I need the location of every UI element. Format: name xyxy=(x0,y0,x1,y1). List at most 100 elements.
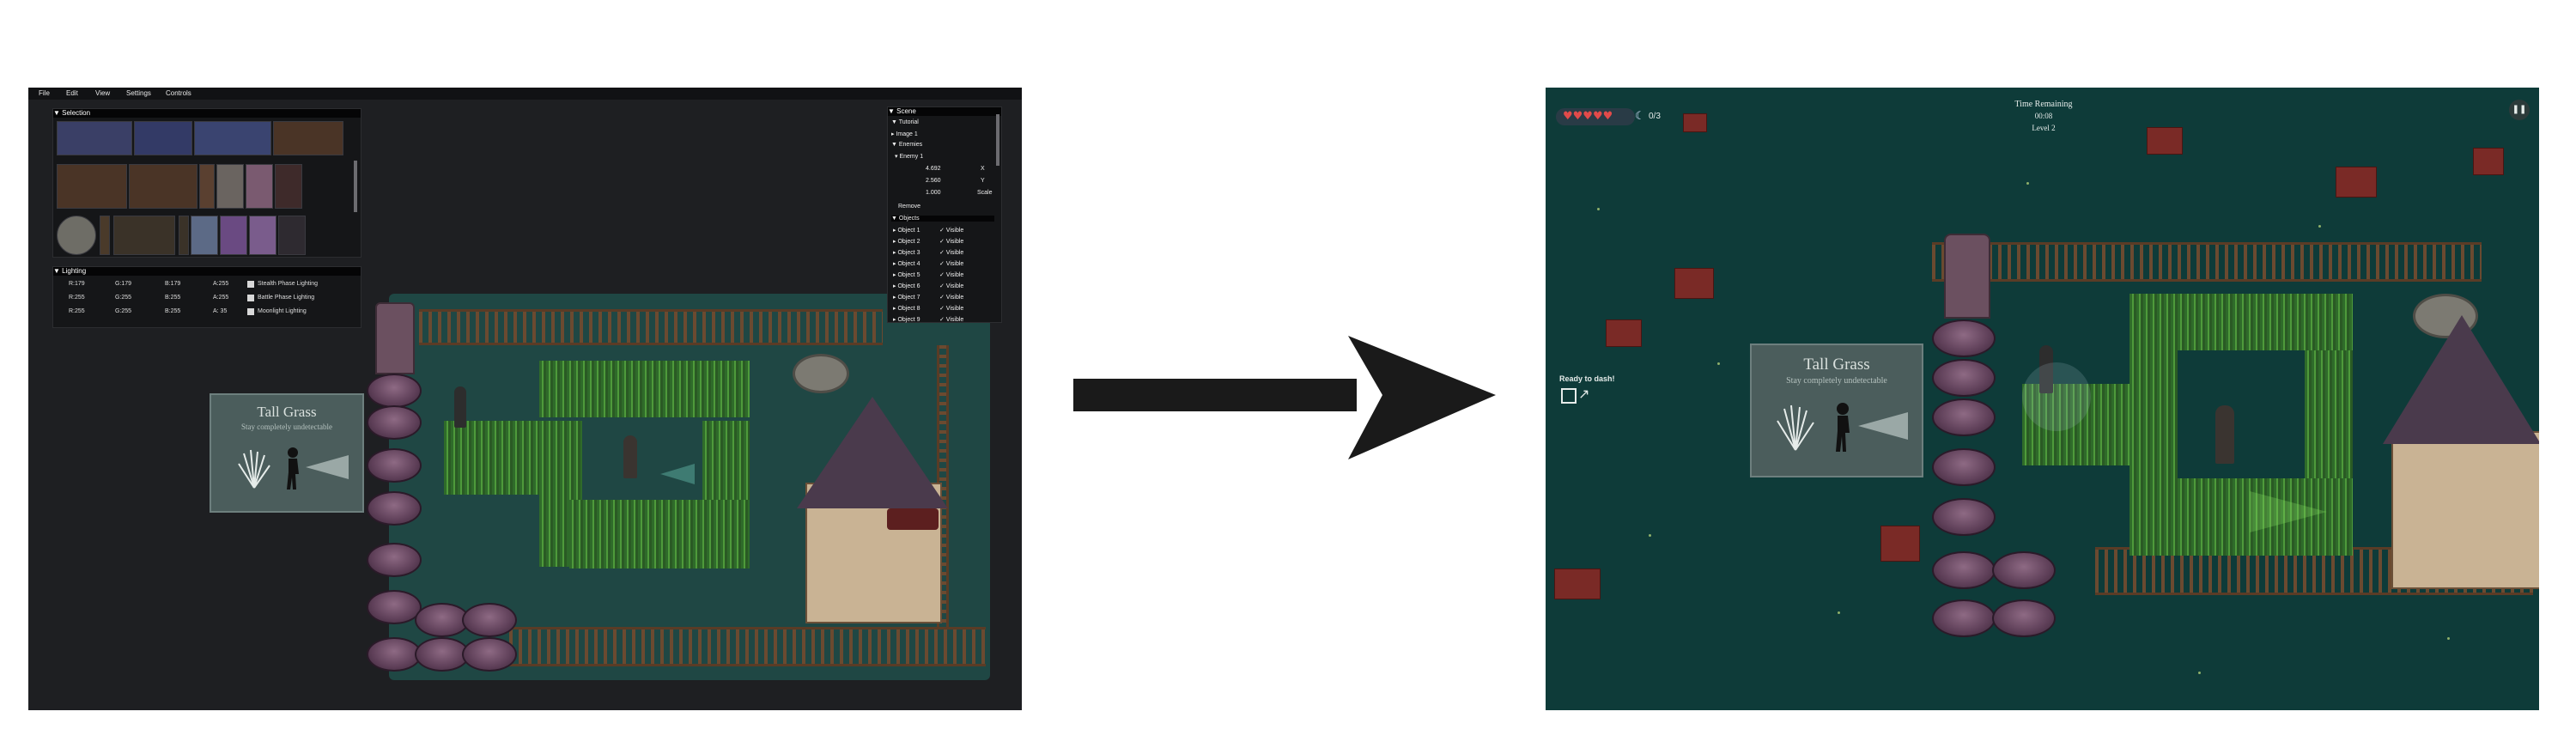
player-character xyxy=(623,435,637,478)
asset-thumbnail[interactable] xyxy=(57,164,127,209)
object-item[interactable]: ▸ Object 5 xyxy=(893,271,920,278)
menu-settings[interactable]: Settings xyxy=(126,89,151,97)
visible-toggle[interactable]: ✓ Visible xyxy=(939,316,963,323)
visible-toggle[interactable]: ✓ Visible xyxy=(939,294,963,301)
red-crate xyxy=(1554,569,1601,599)
dash-key-icon xyxy=(1561,388,1577,404)
player-character xyxy=(2215,405,2234,464)
visible-toggle[interactable]: ✓ Visible xyxy=(939,227,963,234)
red-value[interactable]: R:179 xyxy=(69,281,85,287)
visible-toggle[interactable]: ✓ Visible xyxy=(939,283,963,289)
menu-controls[interactable]: Controls xyxy=(166,89,191,97)
scene-header[interactable]: ▼ Scene xyxy=(888,107,1001,116)
asset-thumbnail[interactable] xyxy=(134,121,192,155)
object-item[interactable]: ▸ Object 3 xyxy=(893,249,920,256)
house-roof xyxy=(797,397,948,508)
visible-toggle[interactable]: ✓ Visible xyxy=(939,271,963,278)
green-value[interactable]: G:179 xyxy=(115,281,131,287)
red-value[interactable]: R:255 xyxy=(69,308,85,314)
lighting-label: Battle Phase Lighting xyxy=(258,295,315,301)
object-item[interactable]: ▸ Object 9 xyxy=(893,316,920,323)
asset-thumbnail[interactable] xyxy=(216,164,244,209)
stone-well xyxy=(793,354,849,393)
object-item[interactable]: ▸ Object 2 xyxy=(893,238,920,245)
asset-thumbnail[interactable] xyxy=(278,216,306,255)
position-x-value[interactable]: 4.692 xyxy=(926,166,941,172)
ground-detail xyxy=(2026,182,2029,185)
visible-toggle[interactable]: ✓ Visible xyxy=(939,260,963,267)
ground-detail xyxy=(1838,611,1840,614)
object-item[interactable]: ▸ Object 6 xyxy=(893,283,920,289)
scene-item-enemy[interactable]: ▾ Enemy 1 xyxy=(895,153,923,160)
alpha-value[interactable]: A:255 xyxy=(213,281,228,287)
lighting-checkbox[interactable] xyxy=(247,295,254,301)
light-cone-icon xyxy=(1858,412,1908,440)
visible-toggle[interactable]: ✓ Visible xyxy=(939,305,963,312)
remove-button[interactable]: Remove xyxy=(898,204,920,210)
asset-thumbnail[interactable] xyxy=(113,216,175,255)
lighting-checkbox[interactable] xyxy=(247,281,254,288)
lighting-checkbox[interactable] xyxy=(247,308,254,315)
red-crate xyxy=(2336,167,2377,198)
red-crate xyxy=(1880,526,1920,562)
asset-thumbnail[interactable] xyxy=(57,216,96,255)
asset-thumbnail[interactable] xyxy=(194,121,271,155)
asset-thumbnail[interactable] xyxy=(273,121,343,155)
asset-thumbnail[interactable] xyxy=(129,164,197,209)
asset-thumbnail[interactable] xyxy=(191,216,218,255)
visible-toggle[interactable]: ✓ Visible xyxy=(939,238,963,245)
ground-detail xyxy=(2198,672,2201,674)
barrel xyxy=(462,637,517,672)
asset-thumbnail[interactable] xyxy=(57,121,132,155)
selection-header[interactable]: ▼ Selection xyxy=(53,109,361,118)
menu-file[interactable]: File xyxy=(39,89,50,97)
asset-thumbnail[interactable] xyxy=(199,164,215,209)
scene-scrollbar[interactable] xyxy=(996,114,999,166)
scale-value[interactable]: 1.000 xyxy=(926,190,941,196)
selection-scrollbar[interactable] xyxy=(354,161,357,212)
alpha-value[interactable]: A:255 xyxy=(213,295,228,301)
time-remaining-value: 00:08 xyxy=(2034,112,2053,120)
asset-thumbnail[interactable] xyxy=(100,216,110,255)
tall-grass xyxy=(539,361,750,417)
scene-item-image[interactable]: ▸ Image 1 xyxy=(891,131,918,137)
green-value[interactable]: G:255 xyxy=(115,308,131,314)
position-y-value[interactable]: 2.560 xyxy=(926,178,941,184)
pause-button[interactable]: ❚❚ xyxy=(2509,100,2530,120)
object-item[interactable]: ▸ Object 1 xyxy=(893,227,920,234)
tall-grass-tooltip: Tall Grass Stay completely undetectable xyxy=(1750,344,1923,477)
grass-icon xyxy=(1774,402,1817,452)
ground-detail xyxy=(2447,637,2450,640)
asset-thumbnail[interactable] xyxy=(246,164,273,209)
asset-thumbnail[interactable] xyxy=(249,216,276,255)
barrel xyxy=(367,448,422,483)
alpha-value[interactable]: A: 35 xyxy=(213,308,227,314)
silhouette-icon xyxy=(285,447,301,489)
stone-chimney xyxy=(375,302,415,374)
visible-toggle[interactable]: ✓ Visible xyxy=(939,249,963,256)
blue-value[interactable]: B:179 xyxy=(165,281,180,287)
blue-value[interactable]: B:255 xyxy=(165,308,180,314)
object-item[interactable]: ▸ Object 8 xyxy=(893,305,920,312)
menu-edit[interactable]: Edit xyxy=(66,89,78,97)
asset-thumbnail[interactable] xyxy=(220,216,247,255)
object-item[interactable]: ▸ Object 4 xyxy=(893,260,920,267)
asset-thumbnail[interactable] xyxy=(179,216,189,255)
green-value[interactable]: G:255 xyxy=(115,295,131,301)
dash-arrow-icon: ↗ xyxy=(1578,386,1590,402)
vision-cone xyxy=(2250,491,2327,532)
menu-view[interactable]: View xyxy=(95,89,110,97)
red-value[interactable]: R:255 xyxy=(69,295,85,301)
barrel xyxy=(1932,319,1996,357)
blue-value[interactable]: B:255 xyxy=(165,295,180,301)
fence-top xyxy=(1932,242,2482,282)
house-roof xyxy=(2383,315,2539,444)
stone-chimney xyxy=(1944,234,1990,319)
lighting-header[interactable]: ▼ Lighting xyxy=(53,267,361,276)
object-item[interactable]: ▸ Object 7 xyxy=(893,294,920,301)
scene-item-tutorial[interactable]: ▼ Tutorial xyxy=(891,119,919,125)
light-cone-icon xyxy=(306,455,349,479)
scene-item-enemies[interactable]: ▼ Enemies xyxy=(891,142,922,148)
asset-thumbnail[interactable] xyxy=(275,164,302,209)
objects-header[interactable]: ▼ Objects xyxy=(891,216,994,222)
